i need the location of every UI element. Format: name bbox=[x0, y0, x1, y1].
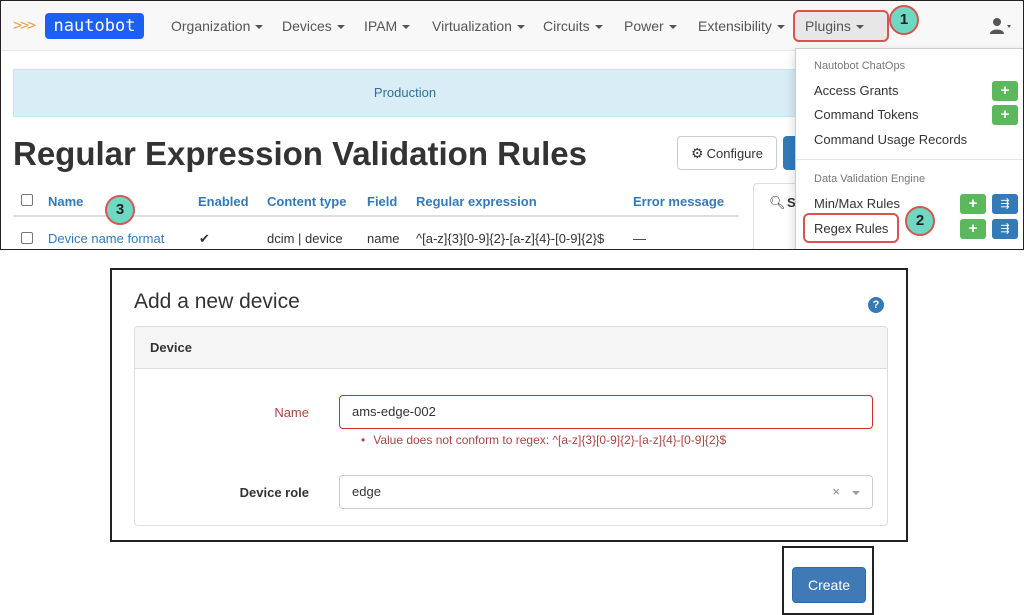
name-input[interactable]: ams-edge-002 bbox=[339, 395, 873, 429]
column-field[interactable]: Field bbox=[367, 194, 397, 209]
create-button[interactable]: Create bbox=[792, 567, 866, 603]
error-message-cell: — bbox=[633, 231, 646, 246]
validation-rules-screenshot: >>> nautobot Organization Devices IPAM V… bbox=[0, 0, 1024, 250]
create-button-frame: Create bbox=[782, 546, 874, 615]
regex-cell: ^[a-z]{3}[0-9]{2}-[a-z]{4}-[0-9]{2}$ bbox=[416, 231, 605, 246]
menu-item-command-tokens[interactable]: Command Tokens bbox=[814, 107, 919, 122]
nav-circuits[interactable]: Circuits bbox=[543, 18, 603, 34]
add-device-form-screenshot: Add a new device ? Device Name ams-edge-… bbox=[110, 268, 908, 542]
chevron-down-icon bbox=[255, 25, 264, 30]
row-checkbox[interactable] bbox=[21, 232, 33, 244]
form-title: Add a new device bbox=[134, 290, 300, 313]
nav-devices[interactable]: Devices bbox=[282, 18, 345, 34]
column-regular-expression[interactable]: Regular expression bbox=[416, 194, 537, 209]
nav-plugins[interactable]: Plugins bbox=[805, 18, 864, 34]
chevron-down-icon bbox=[594, 25, 603, 30]
environment-banner: Production bbox=[13, 69, 797, 117]
name-error-message: • Value does not conform to regex: ^[a-z]… bbox=[361, 433, 727, 447]
step-3-marker: 3 bbox=[105, 195, 135, 225]
add-command-token-button[interactable]: + bbox=[992, 105, 1018, 125]
column-content-type[interactable]: Content type bbox=[267, 194, 346, 209]
add-access-grant-button[interactable]: + bbox=[992, 81, 1018, 101]
page-title: Regular Expression Validation Rules bbox=[13, 135, 588, 172]
nautobot-logo[interactable]: nautobot bbox=[45, 13, 144, 39]
chevron-down-icon bbox=[516, 25, 525, 30]
nav-ipam[interactable]: IPAM bbox=[364, 18, 411, 34]
device-card-header: Device bbox=[135, 327, 887, 369]
content-type-cell: dcim | device bbox=[267, 231, 343, 246]
help-icon[interactable]: ? bbox=[868, 297, 884, 313]
regex-rules-highlight bbox=[803, 213, 899, 243]
column-error-message[interactable]: Error message bbox=[633, 194, 724, 209]
chevron-down-icon bbox=[776, 25, 785, 30]
field-cell: name bbox=[367, 231, 400, 246]
menu-item-min-max-rules[interactable]: Min/Max Rules bbox=[814, 196, 900, 211]
menu-header-data-validation: Data Validation Engine bbox=[814, 173, 926, 185]
enabled-check-icon: ✔ bbox=[199, 231, 210, 246]
brand-arrows: >>> bbox=[13, 16, 36, 34]
menu-header-chatops: Nautobot ChatOps bbox=[814, 60, 906, 72]
chevron-down-icon bbox=[668, 25, 677, 30]
device-role-select[interactable]: edge × bbox=[339, 475, 873, 509]
column-name[interactable]: Name bbox=[48, 194, 83, 209]
menu-item-command-usage-records[interactable]: Command Usage Records bbox=[814, 132, 967, 147]
add-regex-rule-button[interactable]: + bbox=[960, 219, 986, 239]
chevron-down-icon bbox=[336, 25, 345, 30]
nav-extensibility[interactable]: Extensibility bbox=[698, 18, 785, 34]
navbar: >>> nautobot Organization Devices IPAM V… bbox=[1, 1, 1023, 51]
column-enabled[interactable]: Enabled bbox=[198, 194, 249, 209]
name-label: Name bbox=[274, 405, 309, 420]
menu-divider bbox=[796, 159, 1023, 160]
device-section-title: Device bbox=[150, 340, 192, 355]
import-regex-rules-icon[interactable]: ⇶ bbox=[992, 219, 1018, 239]
import-min-max-rules-icon[interactable]: ⇶ bbox=[992, 194, 1018, 214]
nav-organization[interactable]: Organization bbox=[171, 18, 264, 34]
chevron-down-icon[interactable] bbox=[852, 491, 860, 495]
clear-selection-icon[interactable]: × bbox=[832, 476, 840, 508]
rule-name-link[interactable]: Device name format bbox=[48, 231, 164, 246]
device-role-label: Device role bbox=[239, 485, 309, 500]
select-all-checkbox[interactable] bbox=[21, 194, 33, 206]
menu-item-access-grants[interactable]: Access Grants bbox=[814, 83, 899, 98]
add-min-max-rule-button[interactable]: + bbox=[960, 194, 986, 214]
step-1-marker: 1 bbox=[889, 5, 919, 35]
configure-button[interactable]: ⚙ Configure bbox=[677, 136, 777, 170]
search-icon: 🔍︎ bbox=[769, 195, 786, 210]
gear-icon: ⚙ bbox=[691, 145, 704, 161]
device-card: Device Name ams-edge-002 • Value does not… bbox=[134, 326, 888, 526]
nav-virtualization[interactable]: Virtualization bbox=[432, 18, 525, 34]
user-icon[interactable] bbox=[989, 17, 1013, 35]
nav-power[interactable]: Power bbox=[624, 18, 677, 34]
chevron-down-icon bbox=[855, 25, 864, 30]
step-2-marker: 2 bbox=[905, 206, 935, 236]
error-bullet: • bbox=[361, 433, 366, 447]
chevron-down-icon bbox=[402, 25, 411, 30]
